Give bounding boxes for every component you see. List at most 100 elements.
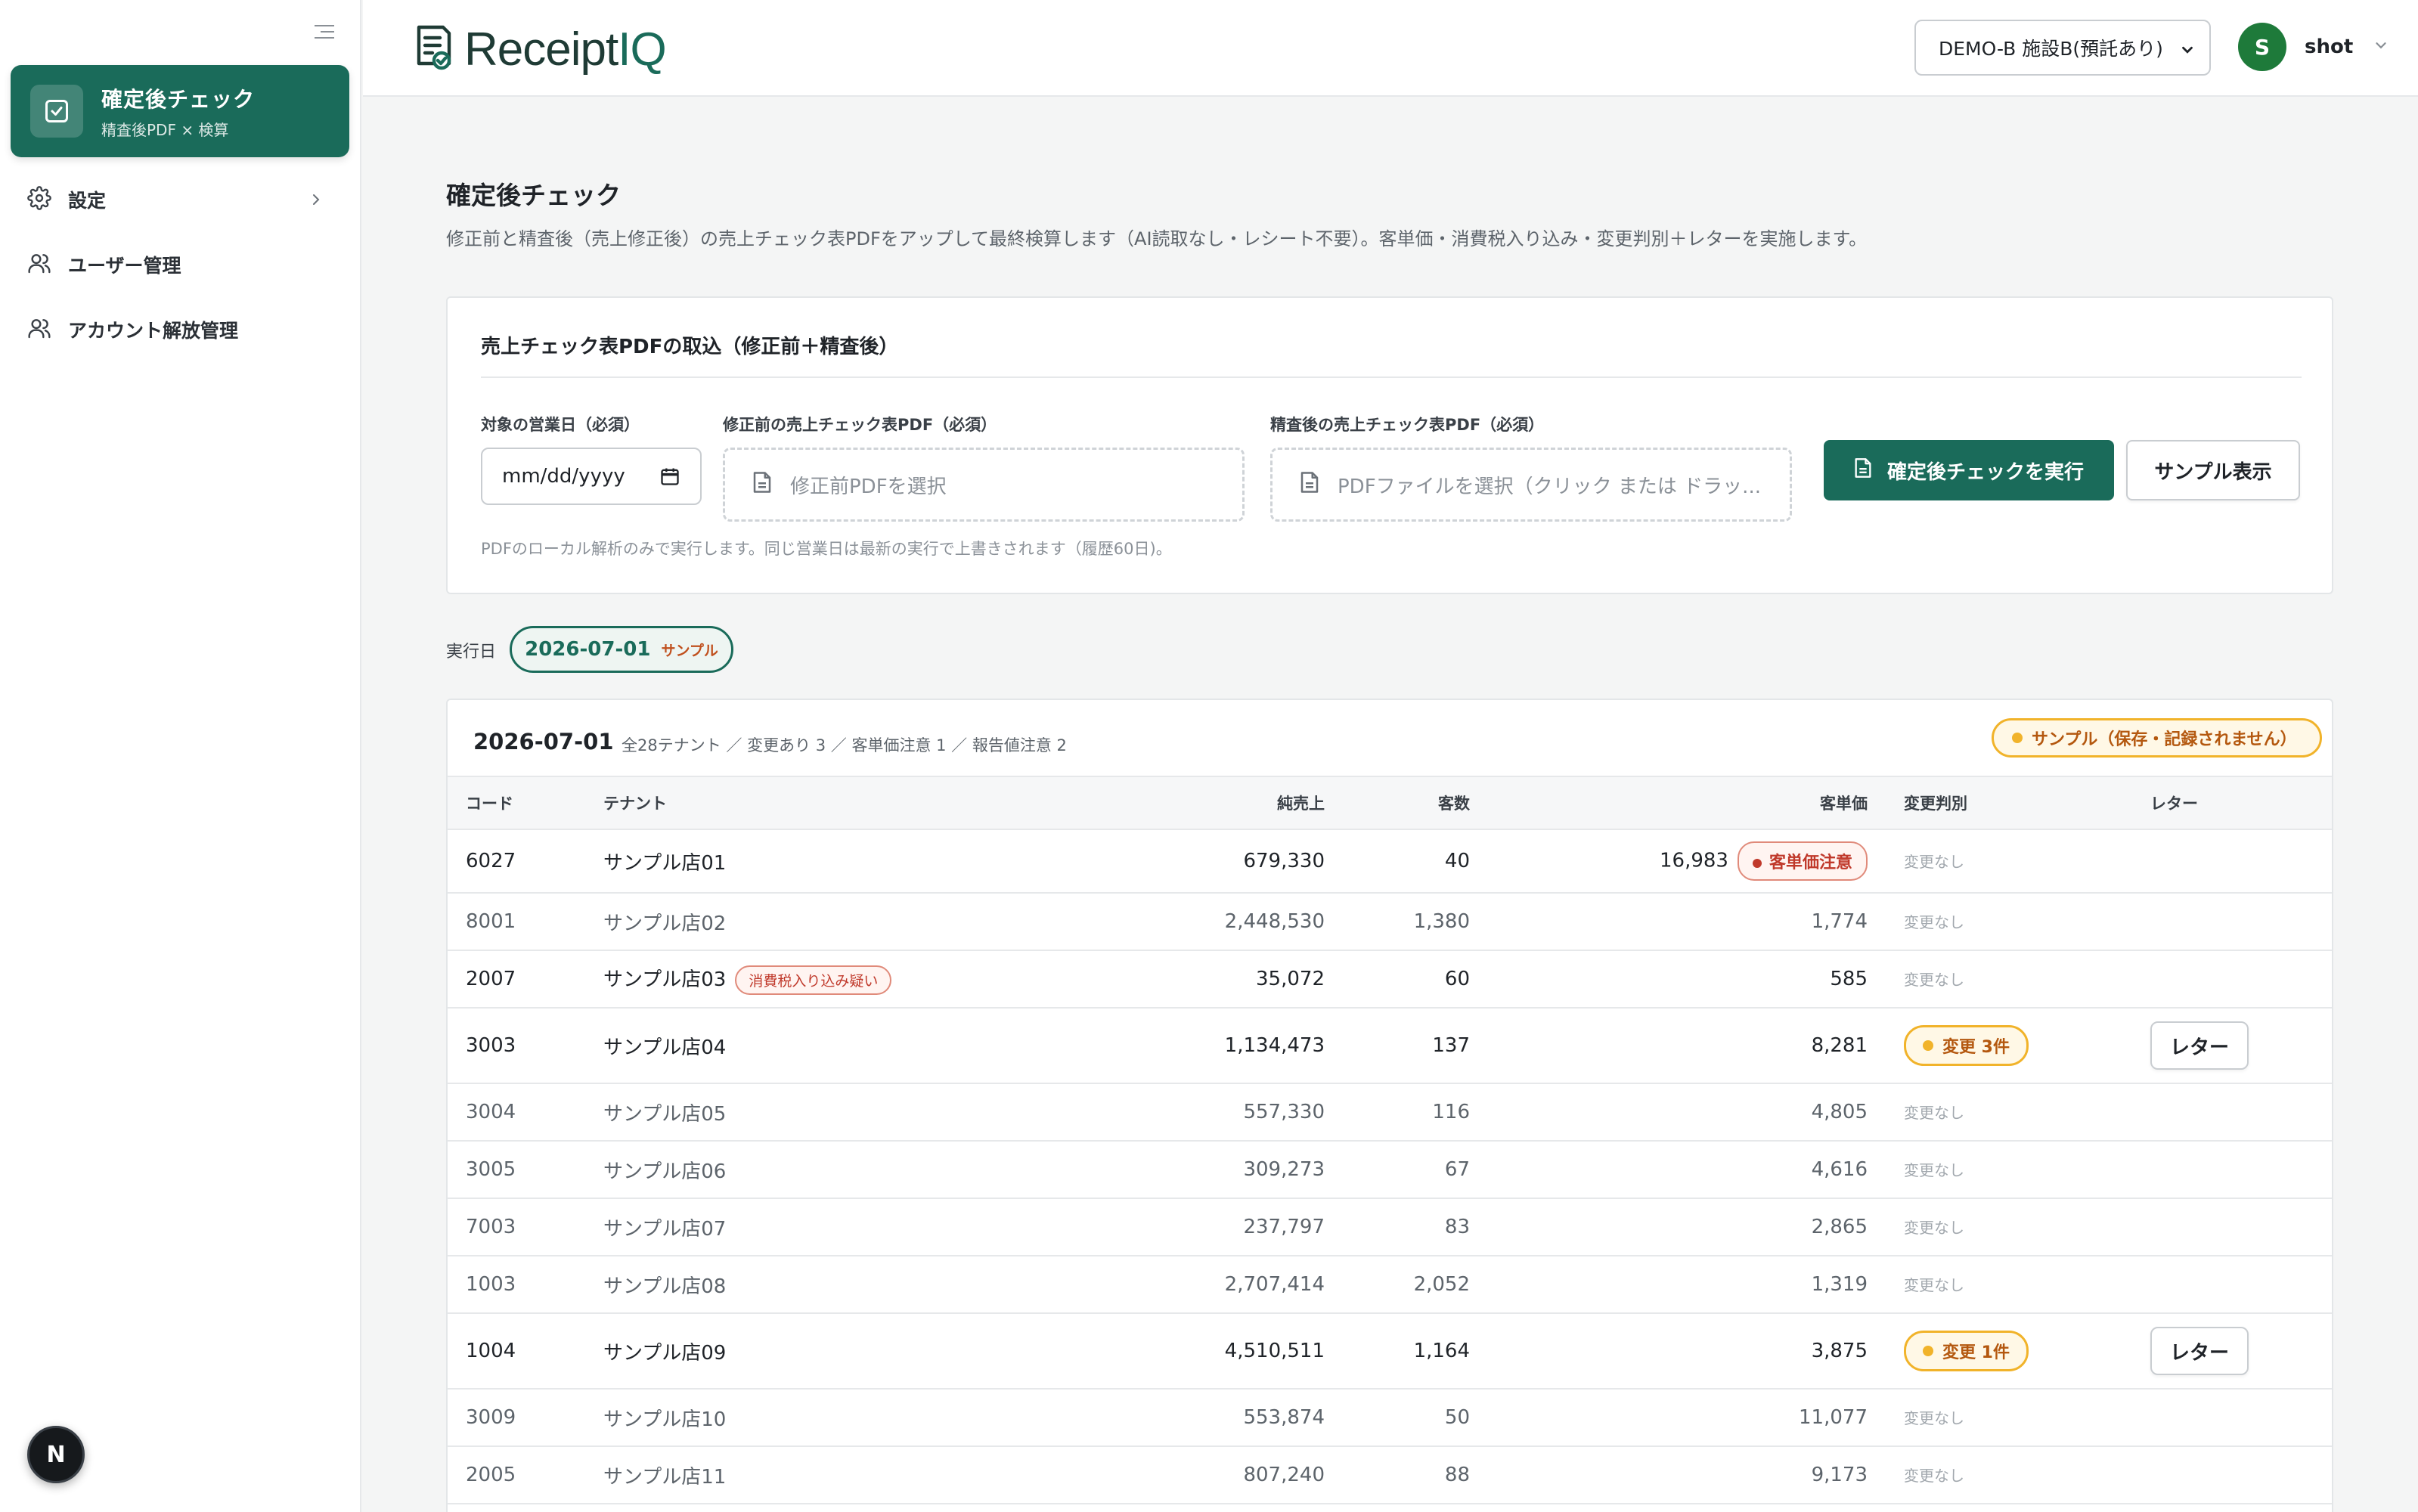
letter-button[interactable]: レター	[2150, 1327, 2249, 1375]
cell-unit-price: 2,865	[1488, 1198, 1886, 1256]
upload-card-title: 売上チェック表PDFの取込（修正前＋精査後）	[481, 336, 899, 358]
table-row[interactable]: 2005 サンプル店11 807,240 88 9,173 変更なし	[448, 1446, 2332, 1504]
cell-tenant: サンプル店04	[585, 1008, 1160, 1084]
sidebar-collapse-icon[interactable]	[315, 21, 339, 42]
page-description: 修正前と精査後（売上修正後）の売上チェック表PDFをアップして最終検算します（A…	[446, 228, 1868, 249]
table-row[interactable]: 2007 サンプル店03 消費税入り込み疑い 35,072 60 585 変更なし	[448, 950, 2332, 1009]
cell-code: 3004	[448, 1083, 585, 1142]
column-header-change[interactable]: 変更判別	[1886, 776, 2132, 830]
unit-price-value: 9,173	[1811, 1464, 1868, 1486]
cell-sales: 679,330	[1160, 829, 1343, 894]
cell-code: 1003	[448, 1256, 585, 1314]
change-badge: 変更 1件	[1904, 1331, 2029, 1371]
avatar: S	[2238, 23, 2286, 71]
tenant-name: サンプル店03	[603, 968, 727, 991]
cell-sales: 35,072	[1160, 950, 1343, 1009]
cell-code: 3003	[448, 1008, 585, 1084]
document-icon	[1854, 457, 1872, 484]
after-pdf-dropzone[interactable]: PDFファイルを選択（クリック または ドラッ...	[1270, 448, 1792, 522]
divider	[481, 376, 2302, 378]
no-change-text: 変更なし	[1904, 1161, 1964, 1179]
cell-sales: 2,448,530	[1160, 893, 1343, 951]
cell-sales: 2,707,414	[1160, 1256, 1343, 1314]
cell-customers: 137	[1343, 1008, 1488, 1084]
before-pdf-dropzone[interactable]: 修正前PDFを選択	[723, 448, 1245, 522]
user-name: shot	[2305, 36, 2354, 58]
dev-tools-badge[interactable]: N	[27, 1426, 85, 1483]
document-icon	[1300, 471, 1319, 499]
cell-change: 変更なし	[1886, 950, 2132, 1009]
users-icon	[27, 251, 51, 278]
sidebar-item-label: 確定後チェック	[101, 86, 256, 112]
unit-price-warning-text: 客単価注意	[1769, 854, 1852, 872]
cell-code: 2005	[448, 1446, 585, 1504]
column-header-tenant[interactable]: テナント	[585, 776, 1160, 830]
cell-unit-price: 3,875	[1488, 1313, 1886, 1390]
facility-select[interactable]: DEMO-B 施設B(預託あり)	[1914, 20, 2211, 76]
table-row[interactable]: 8001 サンプル店02 2,448,530 1,380 1,774 変更なし	[448, 893, 2332, 951]
column-header-sales[interactable]: 純売上	[1160, 776, 1343, 830]
cell-customers: 88	[1343, 1446, 1488, 1504]
column-header-letter[interactable]: レター	[2132, 776, 2332, 830]
no-change-text: 変更なし	[1904, 913, 1964, 931]
table-row[interactable]: 1003 サンプル店08 2,707,414 2,052 1,319 変更なし	[448, 1256, 2332, 1314]
tenant-name: サンプル店04	[603, 1036, 727, 1059]
sample-view-button[interactable]: サンプル表示	[2126, 440, 2300, 500]
column-header-customers[interactable]: 客数	[1343, 776, 1488, 830]
user-menu[interactable]: S shot	[2238, 23, 2389, 71]
sidebar-item-post-check[interactable]: 確定後チェック 精査後PDF × 検算	[11, 65, 349, 157]
table-row[interactable]: 6027 サンプル店01 679,330 40 16,983 客単価注意 変更なし	[448, 829, 2332, 894]
table-row[interactable]: 7003 サンプル店07 237,797 83 2,865 変更なし	[448, 1198, 2332, 1256]
cell-unit-price: 585	[1488, 950, 1886, 1009]
table-row[interactable]: 3003 サンプル店04 1,134,473 137 8,281 変更 3件 レター	[448, 1008, 2332, 1084]
business-date-input[interactable]: mm/dd/yyyy	[481, 448, 702, 505]
after-pdf-label: 精査後の売上チェック表PDF（必須）	[1270, 416, 1545, 434]
cell-unit-price: 1,774	[1488, 893, 1886, 951]
cell-unit-price: 9,173	[1488, 1446, 1886, 1504]
unit-price-value: 3,875	[1811, 1340, 1868, 1362]
letter-button[interactable]: レター	[2150, 1021, 2249, 1070]
cell-change: 変更なし	[1886, 893, 2132, 951]
cell-customers: 83	[1343, 1198, 1488, 1256]
table-row[interactable]: 3009 サンプル店10 553,874 50 11,077 変更なし	[448, 1389, 2332, 1447]
no-change-text: 変更なし	[1904, 1104, 1964, 1122]
cell-tenant: サンプル店09	[585, 1313, 1160, 1390]
facility-select-value: DEMO-B 施設B(預託あり)	[1939, 38, 2163, 60]
cell-code: 3005	[448, 1141, 585, 1199]
cell-tenant: サンプル店02	[585, 893, 1160, 951]
cell-unit-price: 16,983 客単価注意	[1488, 829, 1886, 894]
cell-tenant: サンプル店03 消費税入り込み疑い	[585, 950, 1160, 1009]
logo-wordmark: ReceiptIQ	[464, 23, 667, 76]
upload-note: PDFのローカル解析のみで実行します。同じ営業日は最新の実行で上書きされます（履…	[481, 540, 1172, 558]
column-header-code[interactable]: コード	[448, 776, 585, 830]
sidebar-item-label: 設定	[68, 190, 107, 212]
chevron-down-icon	[2179, 41, 2196, 63]
cell-sales: 807,240	[1160, 1446, 1343, 1504]
cell-customers: 40	[1343, 829, 1488, 894]
cell-letter: レター	[2132, 1313, 2332, 1390]
table-row[interactable]: 3005 サンプル店06 309,273 67 4,616 変更なし	[448, 1141, 2332, 1199]
status-dot	[1923, 1040, 1933, 1051]
receipt-logo-icon	[414, 24, 454, 76]
table-row[interactable]: 1004 サンプル店09 4,510,511 1,164 3,875 変更 1件 レター	[448, 1313, 2332, 1390]
app-logo[interactable]: ReceiptIQ	[414, 23, 667, 76]
table-header-row: コード テナント 純売上 客数 客単価 変更判別 レター	[448, 776, 2332, 830]
cell-unit-price: 4,616	[1488, 1141, 1886, 1199]
cell-change: 変更 1件	[1886, 1313, 2132, 1390]
cell-tenant: サンプル店01	[585, 829, 1160, 894]
upload-card: 売上チェック表PDFの取込（修正前＋精査後） 対象の営業日（必須） mm/dd/…	[446, 296, 2333, 594]
table-row[interactable]: 3004 サンプル店05 557,330 116 4,805 変更なし	[448, 1083, 2332, 1142]
unit-price-value: 585	[1830, 968, 1868, 990]
calendar-icon[interactable]	[659, 466, 680, 492]
run-date-pill[interactable]: 2026-07-01 サンプル	[510, 626, 733, 673]
cell-tenant: サンプル店08	[585, 1256, 1160, 1314]
column-header-unit-price[interactable]: 客単価	[1488, 776, 1886, 830]
sidebar-item-users[interactable]: ユーザー管理	[27, 242, 330, 287]
sidebar-item-sublabel: 精査後PDF × 検算	[101, 120, 229, 139]
sample-warning-text: サンプル（保存・記録されません）	[2032, 730, 2297, 749]
status-dot	[1752, 859, 1762, 868]
sidebar-item-settings[interactable]: 設定	[27, 177, 330, 222]
sidebar-item-label: ユーザー管理	[68, 255, 181, 277]
sidebar-item-account-release[interactable]: アカウント解放管理	[27, 307, 330, 352]
run-check-button[interactable]: 確定後チェックを実行	[1824, 440, 2114, 500]
